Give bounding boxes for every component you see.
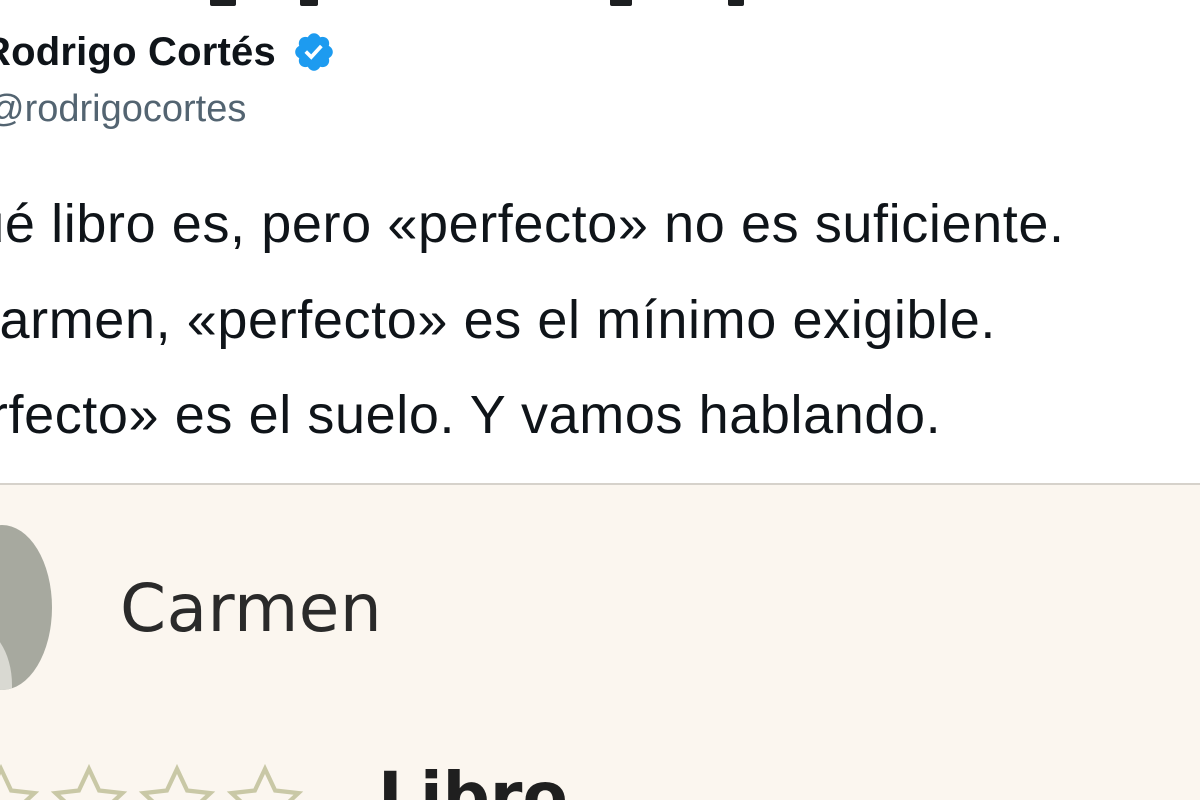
star-outline-icon (0, 764, 40, 800)
star-outline-icon (226, 764, 304, 800)
section-heading: Libro (378, 758, 568, 800)
star-outline-icon (50, 764, 128, 800)
tweet-line: No sé qué libro es, pero «perfecto» no e… (0, 194, 1065, 254)
tweet-line: «Perfecto» es el suelo. Y vamos hablando… (0, 385, 942, 445)
author-handle[interactable]: @rodrigocortes (0, 88, 246, 131)
author-name[interactable]: Rodrigo Cortés (0, 30, 276, 75)
verified-badge-icon (295, 33, 333, 71)
tweet-screenshot: Rodrigo Cortés @rodrigocortes No sé qué … (0, 0, 1200, 800)
author-header[interactable]: Rodrigo Cortés (0, 22, 336, 82)
reviewer-name: Carmen (120, 570, 383, 647)
cropped-previous-line (0, 0, 1200, 10)
star-outline-icon (138, 764, 216, 800)
rating-stars (0, 764, 306, 800)
tweet-line: Querida Carmen, «perfecto» es el mínimo … (0, 290, 996, 350)
